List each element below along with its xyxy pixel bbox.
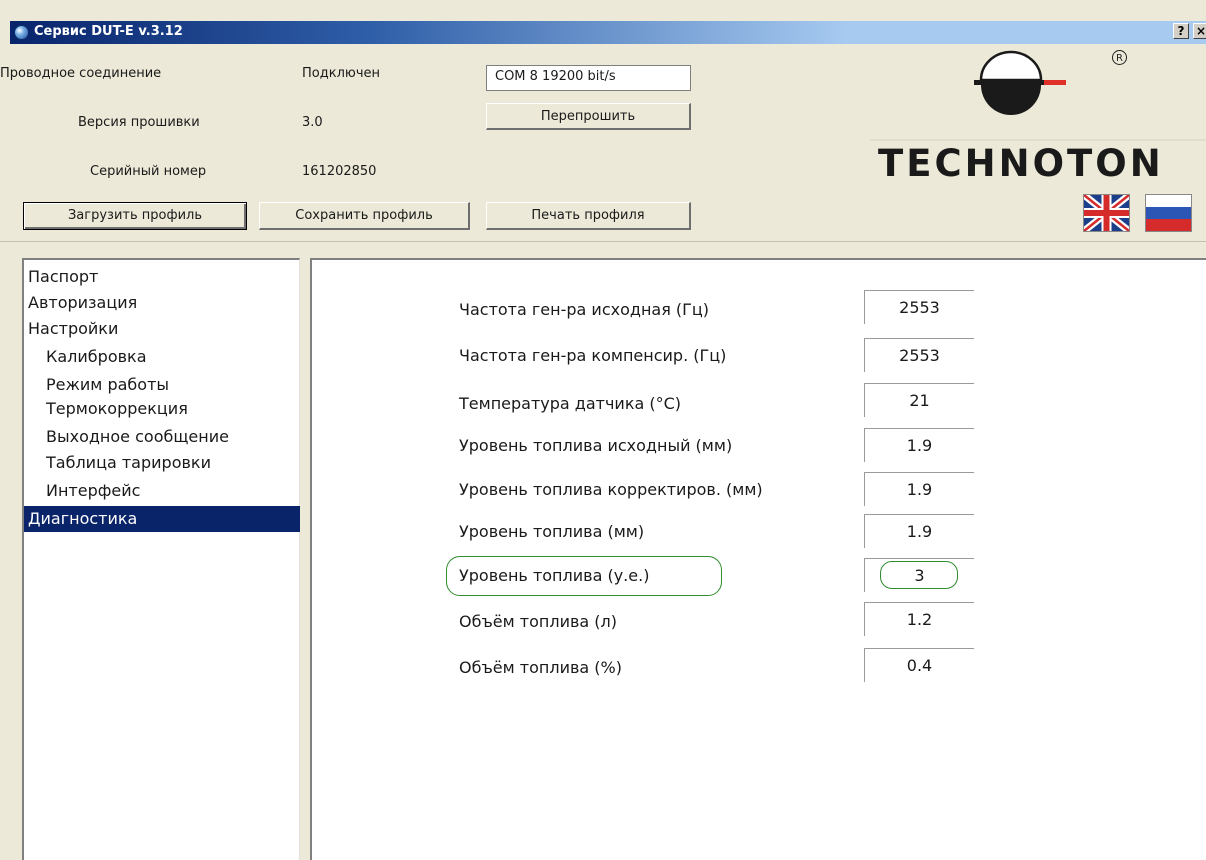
row-label-fuel-level-units: Уровень топлива (у.е.) <box>459 566 650 585</box>
value-sensor-temperature: 21 <box>864 383 974 417</box>
row-label-generator-freq-compensated: Частота ген-ра компенсир. (Гц) <box>459 346 727 365</box>
firmware-label: Версия прошивки <box>78 115 200 130</box>
row-label-fuel-level-corrected: Уровень топлива корректиров. (мм) <box>459 480 763 499</box>
nav-item-diagnostics[interactable]: Диагностика <box>24 506 300 532</box>
help-button[interactable]: ? <box>1173 23 1189 39</box>
nav-item-calibration[interactable]: Калибровка <box>24 344 300 370</box>
value-fuel-level-raw: 1.9 <box>864 428 974 462</box>
russian-flag-icon[interactable] <box>1145 194 1192 232</box>
close-button[interactable]: × <box>1193 23 1206 39</box>
value-fuel-volume-percent: 0.4 <box>864 648 974 682</box>
window-title: Сервис DUT-E v.3.12 <box>34 24 183 39</box>
row-label-fuel-volume-l: Объём топлива (л) <box>459 612 617 631</box>
serial-label: Серийный номер <box>90 164 207 179</box>
row-label-generator-freq-raw: Частота ген-ра исходная (Гц) <box>459 300 710 319</box>
load-profile-button[interactable]: Загрузить профиль <box>23 202 247 230</box>
save-profile-button[interactable]: Сохранить профиль <box>259 202 470 230</box>
value-generator-freq-compensated: 2553 <box>864 338 974 372</box>
firmware-version: 3.0 <box>302 115 323 130</box>
row-label-fuel-volume-percent: Объём топлива (%) <box>459 658 622 677</box>
value-fuel-level-mm: 1.9 <box>864 514 974 548</box>
english-flag-icon[interactable] <box>1083 194 1130 232</box>
navigation-tree: Паспорт Авторизация Настройки Калибровка… <box>22 258 300 860</box>
print-profile-button[interactable]: Печать профиля <box>486 202 691 230</box>
nav-item-calibration-table[interactable]: Таблица тарировки <box>24 450 300 476</box>
header-panel: Проводное соединение Подключен COM 8 192… <box>0 44 1206 241</box>
highlight-frame-value <box>880 561 958 589</box>
value-generator-freq-raw: 2553 <box>864 290 974 324</box>
connection-status: Подключен <box>302 66 380 81</box>
row-label-sensor-temperature: Температура датчика (°C) <box>459 394 682 413</box>
app-globe-icon <box>14 25 29 40</box>
serial-number: 161202850 <box>302 164 377 179</box>
nav-item-authorization[interactable]: Авторизация <box>24 290 300 316</box>
diagnostics-panel: Частота ген-ра исходная (Гц) 2553 Частот… <box>310 258 1206 860</box>
com-port-field[interactable]: COM 8 19200 bit/s <box>486 65 691 91</box>
row-label-fuel-level-mm: Уровень топлива (мм) <box>459 522 645 541</box>
brand-name: TECHNOTON <box>878 142 1164 185</box>
application-window: Сервис DUT-E v.3.12 ? × Проводное соедин… <box>0 0 1206 860</box>
registered-mark: R <box>1112 50 1127 65</box>
value-fuel-level-corrected: 1.9 <box>864 472 974 506</box>
connection-label: Проводное соединение <box>0 66 162 81</box>
row-label-fuel-level-raw: Уровень топлива исходный (мм) <box>459 436 733 455</box>
value-fuel-volume-l: 1.2 <box>864 602 974 636</box>
title-bar[interactable]: Сервис DUT-E v.3.12 ? × <box>10 21 1206 44</box>
reflash-button[interactable]: Перепрошить <box>486 103 691 130</box>
nav-item-output-message[interactable]: Выходное сообщение <box>24 424 300 450</box>
nav-item-interface[interactable]: Интерфейс <box>24 478 300 504</box>
nav-item-settings[interactable]: Настройки <box>24 316 300 342</box>
nav-item-thermocorrection[interactable]: Термокоррекция <box>24 396 300 422</box>
nav-item-passport[interactable]: Паспорт <box>24 264 300 290</box>
separator <box>0 241 1206 254</box>
nav-item-operating-mode[interactable]: Режим работы <box>24 372 300 398</box>
